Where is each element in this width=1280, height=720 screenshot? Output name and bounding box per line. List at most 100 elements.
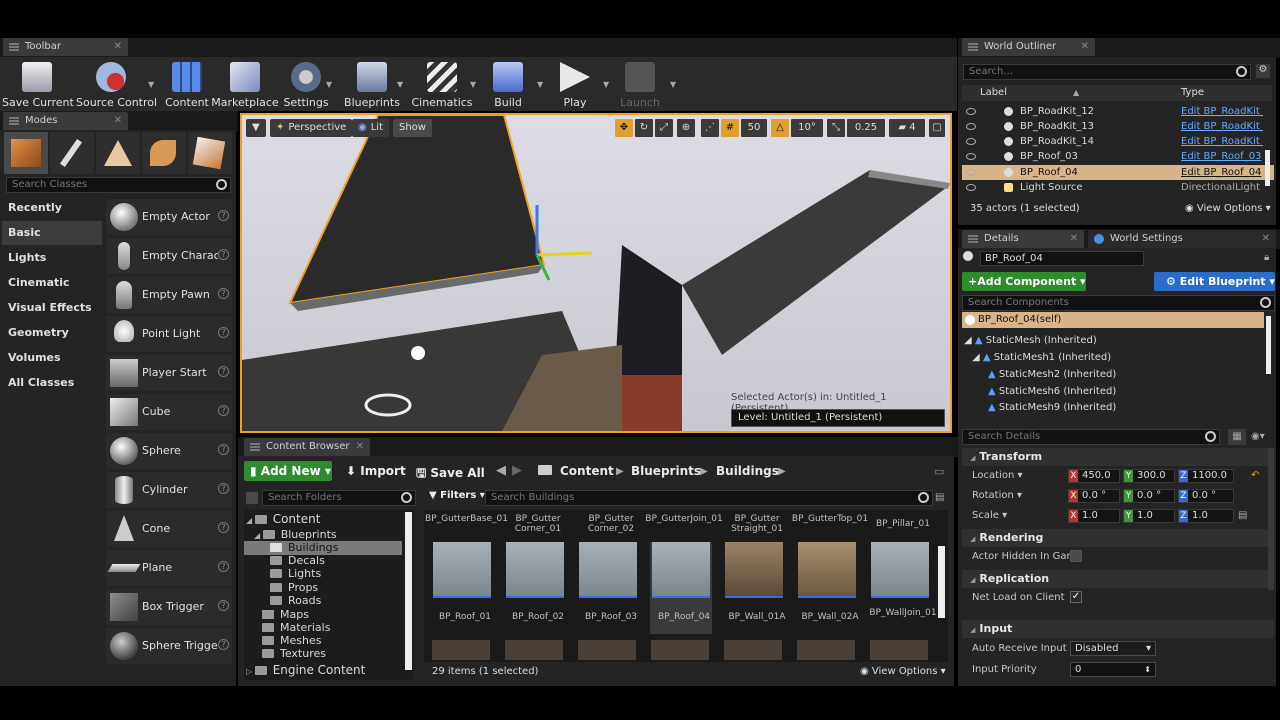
outliner-row[interactable]: BP_RoadKit_14 Edit BP_RoadKit_ [962, 134, 1274, 149]
outliner-search-input[interactable]: Search... [963, 64, 1251, 80]
help-icon[interactable]: ? [218, 405, 229, 416]
actor-cube[interactable]: Cube? [106, 394, 232, 430]
eye-icon[interactable] [966, 123, 976, 130]
category-cinematic[interactable]: Cinematic [2, 271, 102, 295]
category-visual-effects[interactable]: Visual Effects [2, 296, 102, 320]
actor-plane[interactable]: Plane? [106, 550, 232, 586]
breadcrumb-separator[interactable]: ▶ [616, 466, 624, 477]
help-icon[interactable]: ? [218, 327, 229, 338]
scale-snap-icon[interactable]: ⤡ [827, 119, 845, 137]
net-load-checkbox[interactable]: ✓ [1070, 591, 1082, 603]
gizmo-x-axis[interactable] [536, 251, 593, 257]
help-icon[interactable]: ? [218, 249, 229, 260]
component-tree-item[interactable]: ▲ StaticMesh6 (Inherited) [988, 386, 1116, 397]
grid-snap-value[interactable]: 50 [741, 119, 767, 137]
rotate-tool-icon[interactable]: ↻ [635, 119, 653, 137]
help-icon[interactable]: ? [218, 366, 229, 377]
tab-details[interactable]: Details ✕ [962, 230, 1084, 248]
outliner-view-options[interactable]: ◉ View Options ▾ [1185, 203, 1271, 214]
viewport-options-button[interactable]: ▼ [246, 119, 266, 137]
actor-empty-actor[interactable]: Empty Actor? [106, 199, 232, 235]
help-icon[interactable]: ? [218, 600, 229, 611]
asset-tile-selected[interactable]: BP_GutterJoin_01 BP_Roof_04 [645, 514, 722, 622]
help-icon[interactable]: ? [218, 210, 229, 221]
light-source-icon[interactable] [411, 346, 425, 360]
asset-tile[interactable]: BP_Pillar_01 BP_WallJoin_01 [867, 514, 939, 618]
component-tree-item[interactable]: ▲ StaticMesh9 (Inherited) [988, 402, 1116, 413]
search-assets-input[interactable]: Search Buildings [485, 490, 933, 506]
folder-buildings[interactable]: Buildings [270, 541, 338, 554]
tab-world-outliner[interactable]: World Outliner ✕ [962, 38, 1095, 56]
rotation-snap-icon[interactable]: △ [771, 119, 789, 137]
close-icon[interactable]: ✕ [356, 438, 364, 456]
reset-to-default-icon[interactable]: ↶ [1251, 470, 1259, 481]
breadcrumb-separator[interactable]: ▶ [700, 466, 708, 477]
component-tree-item[interactable]: ◢ ▲ StaticMesh1 (Inherited) [972, 352, 1111, 363]
help-icon[interactable]: ? [218, 522, 229, 533]
row-type-link[interactable]: Edit BP_RoadKit_ [1181, 104, 1263, 119]
close-icon[interactable]: ✕ [1070, 230, 1078, 248]
category-lights[interactable]: Lights [2, 246, 102, 270]
breadcrumb-blueprints[interactable]: Blueprints [631, 464, 701, 478]
asset-tile[interactable]: BP_Gutter Corner_01 BP_Roof_02 [502, 514, 574, 622]
folder-scrollbar[interactable] [405, 512, 412, 670]
category-volumes[interactable]: Volumes [2, 346, 102, 370]
scale-tool-icon[interactable]: ⤢ [655, 119, 673, 137]
build-button[interactable]: Build [473, 60, 543, 110]
close-icon[interactable]: ✕ [1262, 230, 1270, 248]
chevron-down-icon[interactable]: ▼ [670, 80, 676, 89]
eye-icon[interactable] [966, 169, 976, 176]
location-z-field[interactable]: Z 1100.0 [1178, 469, 1234, 483]
actor-player-start[interactable]: Player Start? [106, 355, 232, 391]
actor-hidden-checkbox[interactable] [1070, 550, 1082, 562]
scale-y-field[interactable]: Y 1.0 [1123, 509, 1175, 523]
tab-modes[interactable]: Modes ✕ [3, 112, 128, 130]
actor-empty-character[interactable]: Empty Charac? [106, 238, 232, 274]
actor-point-light[interactable]: Point Light? [106, 316, 232, 352]
outliner-settings-icon[interactable]: ⚙ [1256, 64, 1270, 78]
folder-roads[interactable]: Roads [270, 594, 321, 607]
chevron-down-icon[interactable]: ▼ [397, 80, 403, 89]
lock-icon[interactable]: ▭ [934, 465, 944, 478]
component-tree-item[interactable]: ▲ StaticMesh2 (Inherited) [988, 369, 1116, 380]
actor-name-field[interactable]: BP_Roof_04 [980, 251, 1144, 266]
world-local-icon[interactable]: ⊕ [677, 119, 695, 137]
location-y-field[interactable]: Y 300.0 [1123, 469, 1175, 483]
sources-toggle-icon[interactable] [246, 492, 258, 504]
search-components-input[interactable]: Search Components [962, 295, 1275, 311]
category-recently-placed[interactable]: Recently Placed [2, 196, 102, 238]
back-arrow-icon[interactable]: ◀ [496, 463, 506, 478]
save-all-button[interactable]: 🖫︎ Save All [416, 464, 485, 485]
import-button[interactable]: ⬇ Import [346, 464, 406, 478]
eye-icon[interactable] [966, 138, 976, 145]
help-icon[interactable]: ? [218, 483, 229, 494]
asset-tile[interactable]: BP_Gutter Corner_02 BP_Roof_03 [575, 514, 647, 622]
rotation-label[interactable]: Rotation ▾ [972, 490, 1022, 501]
auto-receive-select[interactable]: Disabled ▾ [1070, 641, 1156, 656]
asset-tile[interactable]: BP_GutterTop_01 BP_Wall_02A [792, 514, 868, 622]
outliner-row[interactable]: BP_Roof_03 Edit BP_Roof_03 [962, 149, 1274, 164]
folder-meshes[interactable]: Meshes [262, 634, 321, 647]
actor-sphere-trigger[interactable]: Sphere Trigge? [106, 628, 232, 664]
marketplace-button[interactable]: Marketplace [210, 60, 280, 110]
column-label[interactable]: Label [980, 85, 1007, 101]
save-search-icon[interactable]: ▤ [935, 492, 944, 503]
rotation-snap-value[interactable]: 10° [791, 119, 823, 137]
scale-snap-value[interactable]: 0.25 [847, 119, 885, 137]
section-rendering[interactable]: Rendering [962, 529, 1274, 547]
help-icon[interactable]: ? [218, 444, 229, 455]
close-icon[interactable]: ✕ [1081, 38, 1089, 56]
close-icon[interactable]: ✕ [114, 112, 122, 130]
maximize-viewport-icon[interactable]: ▢ [929, 119, 945, 137]
place-mode-tab[interactable] [4, 132, 48, 174]
folder-lights[interactable]: Lights [270, 567, 321, 580]
tab-toolbar[interactable]: Toolbar ✕ [3, 38, 128, 56]
folder-content[interactable]: ◢ Content [246, 512, 320, 526]
asset-tile[interactable]: BP_GutterBase_01 BP_Roof_01 [425, 514, 508, 622]
chevron-down-icon[interactable]: ▼ [326, 80, 332, 89]
outliner-row-selected[interactable]: BP_Roof_04 Edit BP_Roof_04 [962, 165, 1274, 180]
category-all-classes[interactable]: All Classes [2, 371, 102, 395]
scale-z-field[interactable]: Z 1.0 [1178, 509, 1234, 523]
section-input[interactable]: Input [962, 620, 1274, 638]
breadcrumb-separator[interactable]: ▶ [778, 466, 786, 477]
